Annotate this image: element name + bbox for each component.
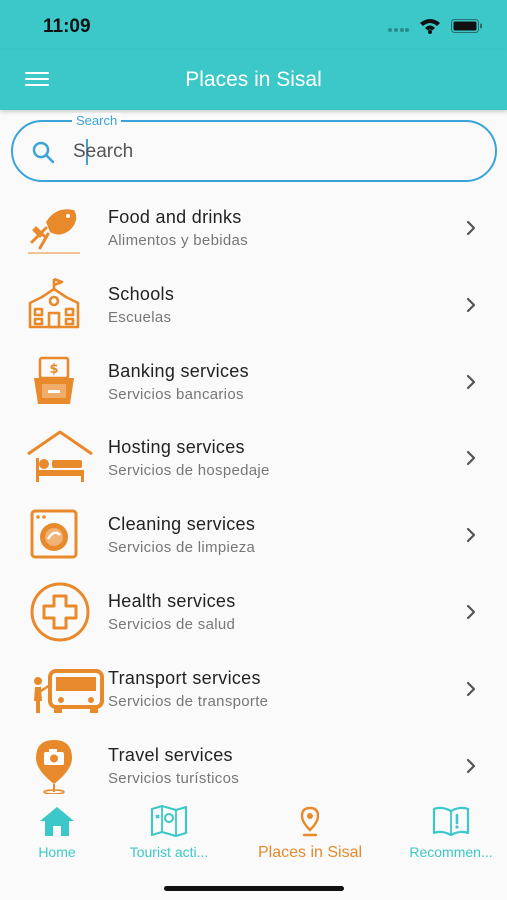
svg-text:$: $: [49, 362, 58, 377]
chevron-right-icon: [466, 297, 476, 312]
chevron-right-icon: [466, 528, 476, 543]
list-item-text: Transport services Servicios de transpor…: [108, 668, 268, 710]
page-title: Places in Sisal: [185, 68, 322, 91]
chevron-right-icon: [466, 374, 476, 389]
list-item-title: Cleaning services: [108, 514, 256, 535]
battery-icon: [451, 19, 482, 33]
search-icon: [32, 141, 55, 164]
list-item-text: Hosting services Servicios de hospedaje: [108, 437, 270, 479]
list-item-text: Health services Servicios de salud: [108, 591, 236, 633]
list-item-travel-services[interactable]: Travel services Servicios turísticos: [0, 728, 507, 805]
nav-label: Places in Sisal: [257, 844, 363, 861]
nav-item-places-in-sisal[interactable]: Places in Sisal: [244, 803, 376, 862]
list-item-banking-services[interactable]: $ Banking services Servicios bancarios: [0, 344, 507, 421]
list-item-health-services[interactable]: Health services Servicios de salud: [0, 574, 507, 651]
search-input[interactable]: [73, 138, 473, 166]
list-item-text: Banking services Servicios bancarios: [108, 361, 249, 403]
chevron-right-icon: [466, 220, 476, 236]
list-item-title: Schools: [108, 283, 175, 304]
list-item-schools[interactable]: Schools Escuelas: [0, 267, 507, 344]
list-item-title: Hosting services: [108, 437, 245, 458]
nav-label: Tourist acti...: [129, 844, 209, 860]
list-item-cleaning-services[interactable]: Cleaning services Servicios de limpieza: [0, 497, 507, 574]
nav-item-home[interactable]: Home: [2, 803, 112, 860]
list-item-subtitle: Servicios de salud: [108, 615, 236, 633]
bank-icon: $: [34, 356, 74, 404]
list-item-subtitle: Servicios de limpieza: [108, 539, 256, 557]
camera-pin-icon: [36, 739, 72, 794]
chevron-right-icon: [466, 758, 476, 773]
list-item-subtitle: Servicios bancarios: [108, 385, 244, 403]
list-item-subtitle: Alimentos y bebidas: [108, 232, 248, 249]
nav-label: Home: [38, 844, 76, 860]
app-bar: Places in Sisal: [0, 50, 507, 110]
list-item-text: Schools Escuelas: [108, 284, 174, 326]
list-item-subtitle: Servicios turísticos: [108, 769, 240, 787]
status-bar: 11:09: [0, 0, 507, 50]
search-label: Search: [72, 113, 122, 128]
status-time: 11:09: [43, 16, 91, 37]
list-item-text: Travel services Servicios turísticos: [108, 745, 239, 787]
book-icon: [432, 806, 470, 837]
list-item-title: Health services: [108, 590, 236, 611]
bottom-nav: Home Tourist acti... Places in Sisal Rec…: [0, 795, 507, 900]
nav-item-recommendations[interactable]: Recommen...: [398, 803, 504, 860]
list-item-subtitle: Servicios de hospedaje: [108, 462, 270, 480]
list-item-subtitle: Escuelas: [108, 308, 172, 326]
bed-icon: [27, 430, 93, 483]
school-icon: [28, 277, 80, 329]
list-item-title: Transport services: [108, 667, 261, 688]
list-item-food-and-drinks[interactable]: Food and drinks Alimentos y bebidas: [0, 190, 507, 267]
list-item-title: Travel services: [108, 744, 233, 765]
status-icons: [387, 18, 483, 34]
location-pin-icon: [300, 806, 320, 837]
chevron-right-icon: [466, 681, 476, 696]
chevron-right-icon: [466, 451, 476, 466]
health-cross-icon: [30, 582, 90, 642]
signal-icon: [388, 28, 409, 32]
wifi-icon: [420, 19, 440, 34]
list-item-text: Cleaning services Servicios de limpieza: [108, 514, 255, 556]
list-item-subtitle: Servicios de transporte: [108, 692, 269, 710]
washing-machine-icon: [30, 509, 78, 559]
home-icon: [40, 807, 74, 836]
chevron-right-icon: [466, 604, 476, 620]
list-item-title: Banking services: [108, 360, 249, 381]
search-field[interactable]: Search: [11, 113, 497, 182]
list-item-transport-services[interactable]: Transport services Servicios de transpor…: [0, 651, 507, 728]
map-icon: [150, 804, 188, 838]
nav-label: Recommen...: [409, 844, 493, 860]
category-list: Food and drinks Alimentos y bebidas Scho…: [0, 190, 507, 804]
nav-item-tourist-activities[interactable]: Tourist acti...: [114, 803, 224, 860]
food-icon: [28, 209, 80, 254]
list-item-hosting-services[interactable]: Hosting services Servicios de hospedaje: [0, 420, 507, 497]
bus-icon: [34, 668, 104, 713]
list-item-text: Food and drinks Alimentos y bebidas: [108, 207, 248, 249]
home-indicator: [164, 886, 344, 891]
list-item-title: Food and drinks: [108, 207, 242, 227]
